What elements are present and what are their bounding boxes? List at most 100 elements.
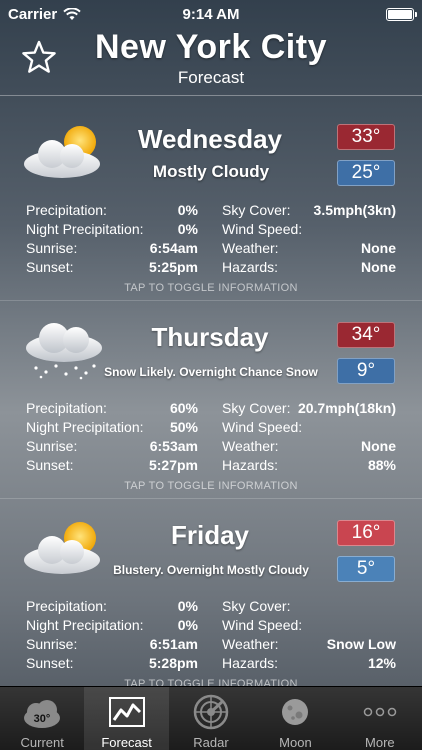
sunset-value: 5:28pm bbox=[148, 655, 198, 671]
tab-label: Current bbox=[20, 735, 64, 750]
tab-label: Forecast bbox=[101, 735, 152, 750]
high-temp-badge: 34° bbox=[337, 322, 395, 348]
day-stats: Precipitation: 0% Sky Cover: Night Preci… bbox=[26, 598, 396, 674]
tab-forecast[interactable]: Forecast bbox=[84, 687, 169, 750]
tab-current[interactable]: 30° Current bbox=[0, 687, 84, 750]
weather-value: None bbox=[361, 438, 396, 454]
sunset-value: 5:27pm bbox=[148, 457, 198, 473]
precipitation-label: Precipitation: bbox=[26, 598, 107, 614]
precipitation-label: Precipitation: bbox=[26, 400, 107, 416]
night-precipitation-value: 0% bbox=[177, 617, 198, 633]
stat-row: Sunrise: 6:54am Weather: None bbox=[26, 240, 396, 259]
condition-text: Mostly Cloudy bbox=[152, 162, 270, 181]
sunrise-value: 6:53am bbox=[149, 438, 198, 454]
sky-cover-label: Sky Cover: bbox=[222, 598, 291, 614]
precipitation-value: 0% bbox=[177, 598, 198, 614]
hazards-value: 12% bbox=[367, 655, 396, 671]
weather-label: Weather: bbox=[222, 636, 279, 652]
radar-icon bbox=[189, 693, 233, 731]
stat-row: Sunrise: 6:51am Weather: Snow Low bbox=[26, 636, 396, 655]
city-title: New York City bbox=[95, 28, 327, 66]
precipitation-value: 0% bbox=[177, 202, 198, 218]
current-weather-icon: 30° bbox=[20, 693, 64, 731]
precipitation-value: 60% bbox=[169, 400, 198, 416]
day-stats: Precipitation: 0% Sky Cover: 3.5mph(3kn)… bbox=[26, 202, 396, 278]
stat-row: Night Precipitation: 50% Wind Speed: bbox=[26, 419, 396, 438]
more-dots-icon bbox=[358, 693, 402, 731]
forecast-chart-icon bbox=[105, 693, 149, 731]
current-temp-badge: 30° bbox=[34, 713, 51, 725]
stat-row: Precipitation: 0% Sky Cover: bbox=[26, 598, 396, 617]
toggle-info-hint[interactable]: TAP TO TOGGLE INFORMATION bbox=[0, 480, 422, 492]
wind-speed-label: Wind Speed: bbox=[222, 221, 303, 237]
night-precipitation-label: Night Precipitation: bbox=[26, 221, 144, 237]
hazards-value: None bbox=[361, 259, 396, 275]
header: New York City Forecast bbox=[0, 28, 422, 96]
wind-speed-label: Wind Speed: bbox=[222, 617, 303, 633]
wind-speed-label: Wind Speed: bbox=[222, 419, 303, 435]
sunset-value: 5:25pm bbox=[148, 259, 198, 275]
sunrise-value: 6:54am bbox=[149, 240, 198, 256]
condition-text: Snow Likely. Overnight Chance Snow bbox=[104, 365, 318, 379]
high-temp-badge: 33° bbox=[337, 124, 395, 150]
sunrise-label: Sunrise: bbox=[26, 240, 78, 256]
stat-row: Precipitation: 60% Sky Cover: 20.7mph(18… bbox=[26, 400, 396, 419]
weather-value: Snow Low bbox=[326, 636, 396, 652]
wifi-icon bbox=[63, 7, 81, 20]
stat-row: Sunrise: 6:53am Weather: None bbox=[26, 438, 396, 457]
stat-row: Night Precipitation: 0% Wind Speed: bbox=[26, 617, 396, 636]
forecast-day-card[interactable]: Friday Blustery. Overnight Mostly Cloudy… bbox=[0, 500, 422, 698]
tab-label: Radar bbox=[193, 735, 229, 750]
tab-more[interactable]: More bbox=[338, 687, 422, 750]
sky-cover-value: 20.7mph(18kn) bbox=[297, 400, 396, 416]
weather-label: Weather: bbox=[222, 240, 279, 256]
hazards-label: Hazards: bbox=[222, 655, 279, 671]
hazards-label: Hazards: bbox=[222, 457, 279, 473]
low-temp-badge: 25° bbox=[337, 160, 395, 186]
day-name: Thursday bbox=[151, 322, 269, 352]
night-precipitation-value: 50% bbox=[169, 419, 198, 435]
stat-row: Night Precipitation: 0% Wind Speed: bbox=[26, 221, 396, 240]
sunrise-label: Sunrise: bbox=[26, 438, 78, 454]
sky-cover-value: 3.5mph(3kn) bbox=[313, 202, 396, 218]
weather-value: None bbox=[361, 240, 396, 256]
carrier-label: Carrier bbox=[8, 5, 58, 23]
day-stats: Precipitation: 60% Sky Cover: 20.7mph(18… bbox=[26, 400, 396, 476]
tab-label: Moon bbox=[279, 735, 312, 750]
condition-text: Blustery. Overnight Mostly Cloudy bbox=[113, 563, 309, 577]
divider bbox=[0, 498, 422, 499]
precipitation-label: Precipitation: bbox=[26, 202, 107, 218]
forecast-day-card[interactable]: Thursday Snow Likely. Overnight Chance S… bbox=[0, 302, 422, 500]
sunrise-value: 6:51am bbox=[149, 636, 198, 652]
weather-label: Weather: bbox=[222, 438, 279, 454]
low-temp-badge: 5° bbox=[337, 556, 395, 582]
stat-row: Sunset: 5:28pm Hazards: 12% bbox=[26, 655, 396, 674]
night-precipitation-label: Night Precipitation: bbox=[26, 617, 144, 633]
sunrise-label: Sunrise: bbox=[26, 636, 78, 652]
stat-row: Precipitation: 0% Sky Cover: 3.5mph(3kn) bbox=[26, 202, 396, 221]
hazards-label: Hazards: bbox=[222, 259, 279, 275]
status-bar: Carrier 9:14 AM bbox=[0, 0, 422, 28]
day-name: Wednesday bbox=[137, 124, 282, 154]
battery-icon bbox=[386, 7, 417, 21]
hazards-value: 88% bbox=[367, 457, 396, 473]
tab-radar[interactable]: Radar bbox=[169, 687, 253, 750]
low-temp-badge: 9° bbox=[337, 358, 395, 384]
sky-cover-label: Sky Cover: bbox=[222, 202, 291, 218]
tab-label: More bbox=[365, 735, 395, 750]
sunset-label: Sunset: bbox=[26, 457, 74, 473]
stat-row: Sunset: 5:27pm Hazards: 88% bbox=[26, 457, 396, 476]
toggle-info-hint[interactable]: TAP TO TOGGLE INFORMATION bbox=[0, 282, 422, 294]
page-subtitle: Forecast bbox=[177, 68, 245, 87]
night-precipitation-value: 0% bbox=[177, 221, 198, 237]
sunset-label: Sunset: bbox=[26, 655, 74, 671]
tab-bar: 30° Current Forecast Radar Moon More bbox=[0, 686, 422, 750]
sky-cover-label: Sky Cover: bbox=[222, 400, 291, 416]
sunset-label: Sunset: bbox=[26, 259, 74, 275]
divider bbox=[0, 300, 422, 301]
day-name: Friday bbox=[170, 520, 250, 550]
stat-row: Sunset: 5:25pm Hazards: None bbox=[26, 259, 396, 278]
forecast-day-card[interactable]: Wednesday Mostly Cloudy 33° 25° Precipit… bbox=[0, 104, 422, 302]
tab-moon[interactable]: Moon bbox=[253, 687, 337, 750]
moon-icon bbox=[273, 693, 317, 731]
